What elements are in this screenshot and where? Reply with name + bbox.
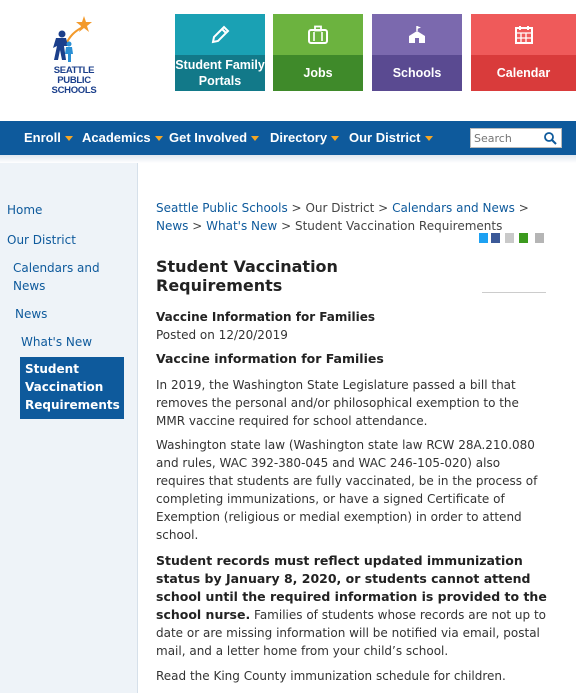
share-toolbar	[479, 233, 549, 243]
tile-student-family-portals[interactable]: Student Family Portals	[175, 14, 265, 91]
search-icon[interactable]	[543, 131, 557, 145]
caret-down-icon	[331, 136, 340, 142]
divider	[482, 292, 546, 293]
posted-date: Posted on 12/20/2019	[156, 328, 288, 342]
search-input[interactable]	[474, 130, 540, 146]
nav-our-district[interactable]: Our District	[349, 121, 433, 155]
immunization-schedule-link[interactable]: Read the King County immunization schedu…	[156, 667, 550, 685]
site-header: SEATTLE PUBLIC SCHOOLS Student Family Po…	[0, 0, 576, 121]
sidebar-item-our-district[interactable]: Our District	[7, 231, 76, 249]
article-heading: Vaccine Information for Families	[156, 310, 376, 324]
breadcrumb-link[interactable]: News	[156, 219, 188, 233]
subheading: Vaccine information for Families	[156, 351, 384, 366]
breadcrumb-link[interactable]: Calendars and News	[392, 201, 515, 215]
site-logo[interactable]: SEATTLE PUBLIC SCHOOLS	[44, 14, 104, 104]
breadcrumb-text: Our District	[305, 201, 375, 215]
twitter-icon[interactable]	[479, 233, 488, 243]
school-building-icon	[409, 26, 425, 43]
school-logo-icon	[53, 16, 92, 62]
breadcrumb: Seattle Public Schools > Our District > …	[156, 201, 529, 215]
briefcase-icon	[308, 25, 328, 44]
search-box	[470, 128, 562, 148]
caret-down-icon	[251, 136, 260, 142]
tile-label: Jobs	[273, 55, 363, 91]
nav-enroll[interactable]: Enroll	[24, 121, 73, 155]
tile-jobs[interactable]: Jobs	[273, 14, 363, 91]
facebook-icon[interactable]	[491, 233, 500, 243]
email-icon[interactable]	[505, 233, 514, 243]
tile-label: Calendar	[471, 55, 576, 91]
tile-label: Student Family Portals	[175, 55, 265, 91]
sidebar-item-home[interactable]: Home	[7, 201, 42, 219]
nav-academics[interactable]: Academics	[82, 121, 163, 155]
print-icon[interactable]	[535, 233, 544, 243]
tile-label: Schools	[372, 55, 462, 91]
caret-down-icon	[154, 136, 163, 142]
nav-shadow	[0, 155, 576, 163]
sidebar-item-whats-new[interactable]: What's New	[21, 333, 92, 351]
calendar-icon	[514, 26, 533, 44]
logo-text: SEATTLE PUBLIC SCHOOLS	[51, 65, 97, 96]
breadcrumb-link[interactable]: What's New	[206, 219, 277, 233]
page-title: Student Vaccination Requirements	[156, 257, 338, 295]
sidebar-item-calendars-and-news[interactable]: Calendars and News	[13, 259, 123, 295]
paragraph: Washington state law (Washington state l…	[156, 438, 538, 542]
nav-directory[interactable]: Directory	[270, 121, 340, 155]
breadcrumb-current: Student Vaccination Requirements	[294, 219, 503, 233]
caret-down-icon	[424, 136, 433, 142]
caret-down-icon	[64, 136, 73, 142]
nav-get-involved[interactable]: Get Involved	[169, 121, 260, 155]
paragraph: In 2019, the Washington State Legislatur…	[156, 378, 519, 428]
breadcrumb-link[interactable]: Seattle Public Schools	[156, 201, 288, 215]
paragraph: Student records must reflect updated imm…	[156, 552, 550, 660]
pencil-icon	[211, 25, 230, 44]
share-icon[interactable]	[519, 233, 528, 243]
sidebar-item-student-vaccination-requirements[interactable]: Student Vaccination Requirements	[20, 357, 124, 419]
tile-calendar[interactable]: Calendar	[471, 14, 576, 91]
breadcrumb-line-2: News > What's New > Student Vaccination …	[156, 219, 503, 233]
sidebar-item-news[interactable]: News	[15, 305, 47, 323]
tile-schools[interactable]: Schools	[372, 14, 462, 91]
main-nav: Enroll Academics Get Involved Directory …	[0, 121, 576, 155]
